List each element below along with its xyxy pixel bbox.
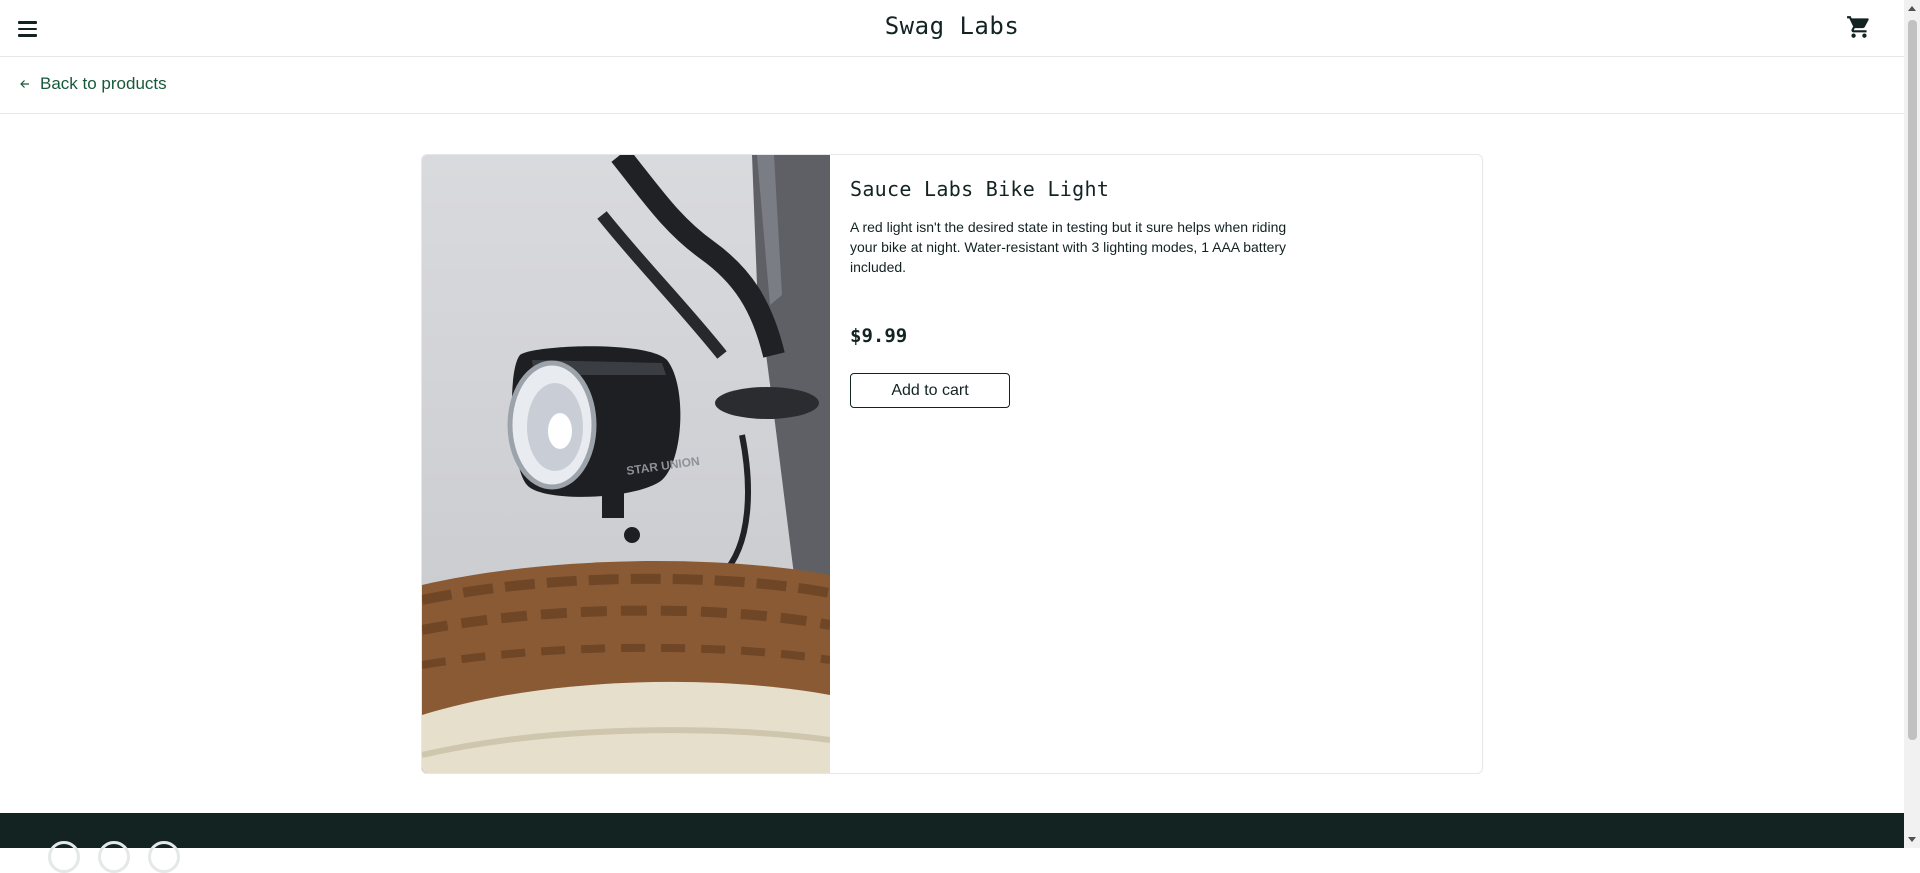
app-header: Swag Labs — [0, 0, 1904, 57]
twitter-icon[interactable] — [48, 841, 80, 873]
page-footer — [0, 813, 1904, 873]
scroll-up-arrow-icon[interactable] — [1908, 6, 1916, 11]
product-price: $9.99 — [850, 325, 908, 347]
product-details: Sauce Labs Bike Light A red light isn't … — [850, 175, 1450, 408]
shopping-cart-icon[interactable] — [1846, 14, 1872, 40]
back-to-products-label: Back to products — [40, 74, 167, 93]
secondary-header: Back to products — [0, 57, 1904, 114]
scroll-down-arrow-icon[interactable] — [1908, 837, 1916, 842]
product-image: STAR UNION — [422, 155, 830, 773]
product-description: A red light isn't the desired state in t… — [850, 219, 1287, 275]
bike-light-illustration: STAR UNION — [422, 155, 830, 773]
facebook-icon[interactable] — [98, 841, 130, 873]
vertical-scrollbar[interactable] — [1904, 0, 1920, 848]
scrollbar-thumb[interactable] — [1908, 20, 1917, 740]
product-detail-card: STAR UNION Sauce Labs Bike Light A red l… — [421, 154, 1483, 774]
app-logo: Swag Labs — [884, 12, 1020, 40]
add-to-cart-button[interactable]: Add to cart — [850, 373, 1010, 408]
product-name: Sauce Labs Bike Light — [850, 177, 1110, 201]
linkedin-icon[interactable] — [148, 841, 180, 873]
back-to-products-link[interactable]: Back to products — [20, 74, 167, 94]
arrow-left-icon — [20, 80, 29, 88]
